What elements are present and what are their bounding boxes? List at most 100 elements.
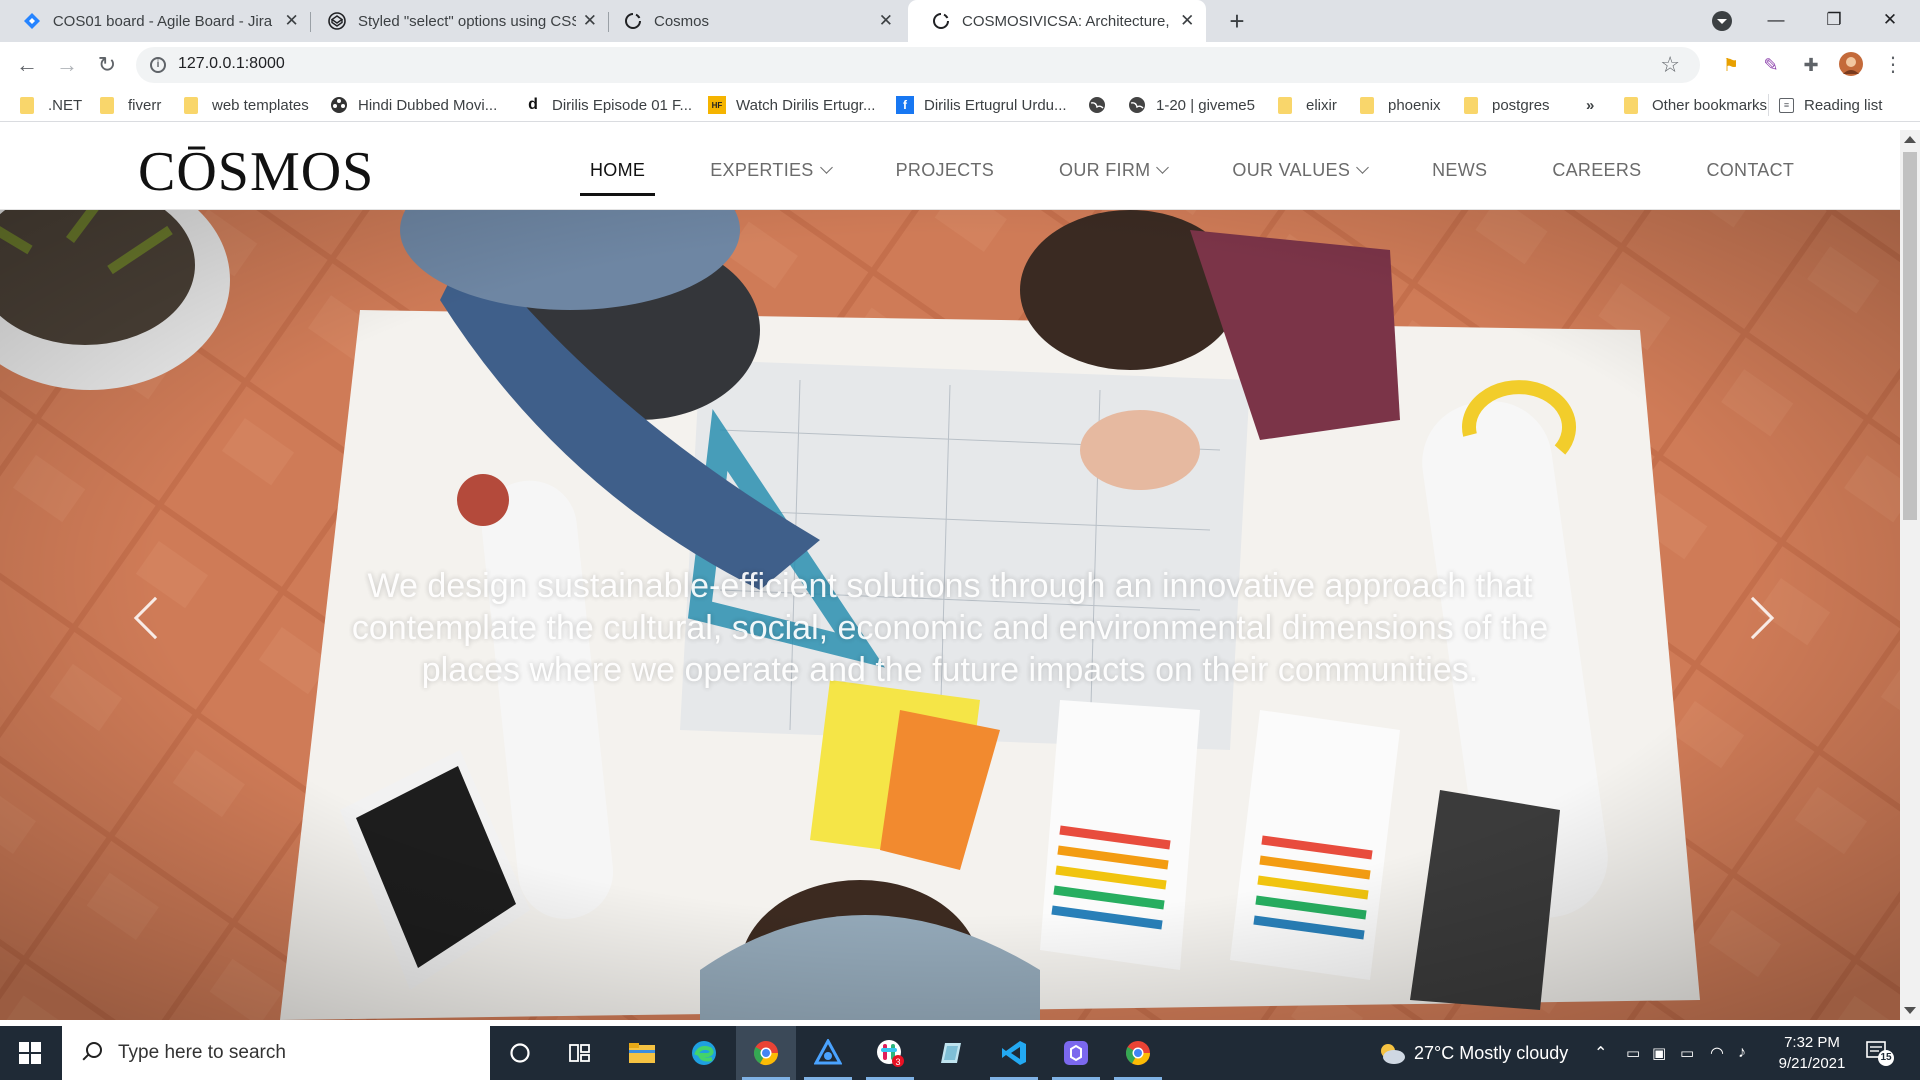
other-bookmarks-folder[interactable]: Other bookmarks — [1624, 94, 1767, 116]
bookmark-folder[interactable]: web templates — [184, 94, 309, 116]
notes-icon — [941, 1043, 961, 1063]
edge-button[interactable] — [674, 1026, 734, 1080]
chrome-button-2[interactable] — [1108, 1026, 1168, 1080]
close-icon[interactable]: ✕ — [878, 11, 894, 31]
bookmark-folder[interactable]: elixir — [1278, 94, 1337, 116]
bookmark-item[interactable]: f Dirilis Ertugrul Urdu... — [896, 94, 1067, 116]
notification-center-button[interactable]: 15 — [1866, 1040, 1894, 1066]
tab-styled-select[interactable]: Styled "select" options using CSS ✕ — [304, 0, 608, 42]
vscode-button[interactable] — [984, 1026, 1044, 1080]
meet-now-icon[interactable]: ▭ — [1626, 1026, 1640, 1080]
bookmark-folder[interactable]: .NET — [20, 94, 82, 116]
bookmark-label: elixir — [1306, 96, 1337, 114]
scrollbar-thumb[interactable] — [1903, 152, 1917, 520]
bookmark-item[interactable]: HF Watch Dirilis Ertugr... — [708, 94, 875, 116]
site-logo[interactable]: CŌSMOS — [138, 140, 374, 204]
nav-news[interactable]: NEWS — [1432, 130, 1487, 210]
bookmark-item[interactable]: Hindi Dubbed Movi... — [330, 94, 497, 116]
slack-button[interactable]: 3 — [860, 1026, 920, 1080]
start-button[interactable] — [0, 1026, 60, 1080]
bookmarks-overflow-button[interactable]: » — [1586, 94, 1594, 116]
forward-button[interactable]: → — [52, 50, 82, 80]
bookmark-folder[interactable]: fiverr — [100, 94, 161, 116]
chrome-icon — [1125, 1041, 1150, 1066]
d-letter-icon: d — [528, 96, 538, 113]
reading-list-button[interactable]: ≡ Reading list — [1768, 94, 1882, 116]
notification-count-badge: 15 — [1878, 1050, 1894, 1066]
restore-button[interactable]: ❐ — [1806, 0, 1862, 42]
folder-icon — [629, 1043, 655, 1063]
nav-experties[interactable]: EXPERTIES — [710, 130, 833, 210]
wifi-icon[interactable]: ◠ — [1710, 1026, 1724, 1080]
nav-label: CAREERS — [1552, 160, 1642, 180]
puzzle-icon[interactable]: ✚ — [1798, 52, 1824, 78]
new-tab-button[interactable]: + — [1222, 6, 1252, 36]
film-reel-icon — [330, 96, 348, 114]
nav-projects[interactable]: PROJECTS — [896, 130, 994, 210]
avatar[interactable] — [1838, 52, 1864, 78]
volume-icon[interactable]: ♪ — [1738, 1026, 1746, 1080]
bookmark-label: Hindi Dubbed Movi... — [358, 96, 498, 114]
page-scrollbar[interactable] — [1900, 130, 1920, 1020]
tab-cosmosivicsa[interactable]: COSMOSIVICSA: Architecture, Engineering … — [908, 0, 1206, 42]
svg-text:3: 3 — [895, 1057, 900, 1067]
cloudy-weather-icon — [1381, 1044, 1405, 1064]
nav-our-firm[interactable]: OUR FIRM — [1059, 130, 1170, 210]
minimize-button[interactable]: — — [1748, 0, 1804, 42]
folder-icon — [1278, 96, 1292, 114]
loading-icon — [624, 12, 642, 30]
menu-icon[interactable]: ⋮ — [1880, 52, 1906, 78]
address-bar[interactable]: i 127.0.0.1:8000 ☆ — [136, 47, 1700, 83]
nav-label: EXPERTIES — [710, 160, 814, 180]
close-icon[interactable]: ✕ — [1179, 11, 1196, 31]
bookmark-folder[interactable]: phoenix — [1360, 94, 1441, 116]
taskbar-search-box[interactable]: Type here to search — [62, 1026, 490, 1080]
close-icon[interactable]: ✕ — [283, 11, 300, 31]
bookmark-item[interactable] — [1088, 94, 1116, 116]
github-desktop-button[interactable] — [1046, 1026, 1106, 1080]
tab-cosmos[interactable]: Cosmos ✕ — [600, 0, 904, 42]
nav-label: NEWS — [1432, 160, 1488, 180]
close-icon[interactable]: ✕ — [582, 11, 598, 31]
file-explorer-button[interactable] — [612, 1026, 672, 1080]
network-device-icon[interactable]: ▣ — [1652, 1026, 1666, 1080]
tab-search-icon[interactable] — [1712, 11, 1732, 31]
jira-icon — [24, 12, 41, 30]
azure-data-studio-button[interactable] — [798, 1026, 858, 1080]
nav-contact[interactable]: CONTACT — [1706, 130, 1794, 210]
app-icon — [814, 1039, 842, 1065]
cortana-button[interactable] — [490, 1026, 550, 1080]
reading-list-icon: ≡ — [1779, 97, 1794, 113]
nav-our-values[interactable]: OUR VALUES — [1232, 130, 1369, 210]
bookmark-label: .NET — [48, 96, 83, 114]
extension-icon[interactable]: ⚑ — [1718, 52, 1744, 78]
chrome-button[interactable] — [736, 1026, 796, 1080]
task-view-button[interactable] — [550, 1026, 610, 1080]
system-clock[interactable]: 7:32 PM 9/21/2021 — [1762, 1032, 1862, 1074]
bookmark-label: web templates — [212, 96, 309, 114]
nav-label: OUR VALUES — [1232, 160, 1351, 180]
notes-app-button[interactable] — [922, 1026, 982, 1080]
show-hidden-icons-button[interactable]: ⌃ — [1594, 1026, 1607, 1080]
battery-icon[interactable]: ▭ — [1680, 1026, 1694, 1080]
scroll-down-arrow[interactable] — [1904, 1007, 1916, 1014]
tab-jira[interactable]: COS01 board - Agile Board - Jira ✕ — [0, 0, 310, 42]
bookmark-folder[interactable]: postgres — [1464, 94, 1550, 116]
globe-icon — [1088, 96, 1106, 114]
close-window-button[interactable]: ✕ — [1862, 0, 1918, 42]
bookmark-item[interactable]: 1-20 | giveme5 — [1128, 94, 1255, 116]
star-icon[interactable]: ☆ — [1660, 52, 1680, 78]
nav-careers[interactable]: CAREERS — [1552, 130, 1641, 210]
scroll-up-arrow[interactable] — [1904, 136, 1916, 143]
bookmark-label: Reading list — [1804, 96, 1883, 114]
url-text[interactable]: 127.0.0.1:8000 — [178, 55, 285, 73]
info-icon[interactable]: i — [150, 57, 166, 73]
reload-button[interactable]: ↻ — [92, 50, 122, 80]
pen-extension-icon[interactable]: ✎ — [1758, 52, 1784, 78]
codepen-icon — [328, 12, 346, 30]
back-button[interactable]: ← — [12, 50, 42, 80]
windows-icon — [19, 1042, 41, 1064]
weather-widget[interactable]: 27°C Mostly cloudy — [1376, 1026, 1568, 1080]
bookmark-item[interactable]: d Dirilis Episode 01 F... — [524, 94, 692, 116]
nav-home[interactable]: HOME — [579, 130, 656, 210]
